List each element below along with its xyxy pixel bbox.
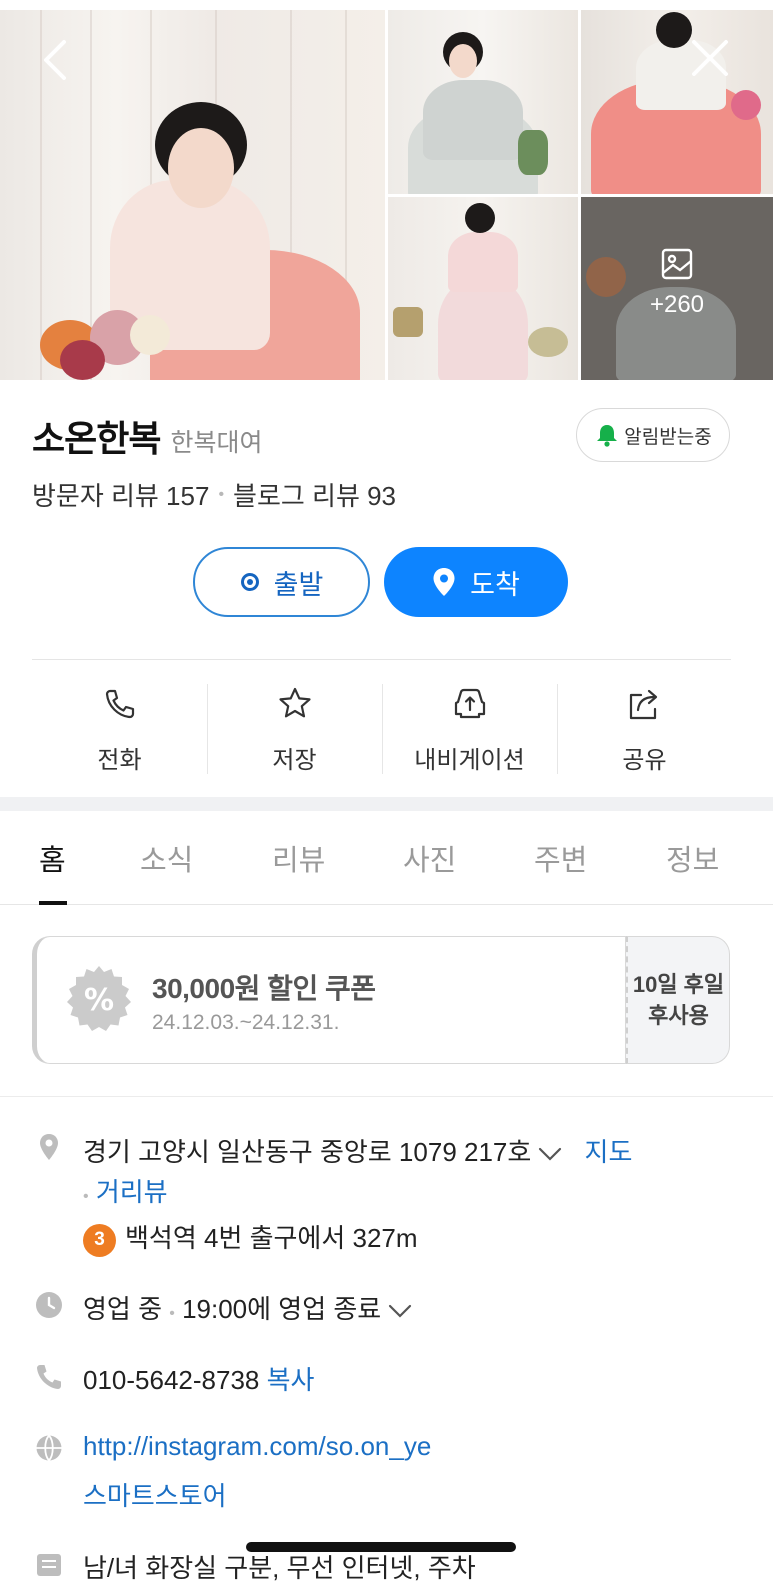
- coupon-period: 24.12.03.~24.12.31.: [152, 1011, 340, 1034]
- origin-dot-icon: [240, 573, 259, 591]
- coupon-badge-symbol: %: [84, 983, 114, 1018]
- more-photos-count: +260: [649, 291, 705, 318]
- coupon-side-text-2: 후사용: [648, 1003, 709, 1028]
- tab-reviews[interactable]: 리뷰: [272, 837, 325, 879]
- tab-nearby[interactable]: 주변: [534, 837, 587, 879]
- tab-news[interactable]: 소식: [140, 837, 193, 879]
- clock-icon: [36, 1292, 62, 1318]
- place-name: 소온한복: [32, 418, 161, 459]
- gallery-photo[interactable]: [388, 197, 578, 380]
- car-navigation-icon: [454, 688, 485, 719]
- location-pin-icon: [433, 568, 455, 596]
- subway-row: 3 백석역 4번 출구에서 327m: [83, 1218, 418, 1257]
- gallery-photo[interactable]: [388, 10, 578, 194]
- subway-distance: 백석역 4번 출구에서 327m: [125, 1223, 418, 1253]
- amenities-icon: [37, 1554, 61, 1576]
- hours-row[interactable]: 영업 중 • 19:00에 영업 종료: [83, 1289, 413, 1326]
- close-button[interactable]: [690, 38, 730, 78]
- phone-icon: [37, 1365, 61, 1389]
- coupon-card[interactable]: % 30,000원 할인 쿠폰 24.12.03.~24.12.31. 10일 …: [32, 936, 730, 1064]
- place-category: 한복대여: [170, 429, 263, 457]
- gallery-more-photos[interactable]: +260: [581, 197, 773, 380]
- gallery-photo[interactable]: [581, 10, 773, 194]
- share-button[interactable]: 공유: [557, 684, 732, 776]
- address-text[interactable]: 경기 고양시 일산동구 중앙로 1079 217호: [83, 1137, 531, 1167]
- website-link[interactable]: http://instagram.com/so.on_ye: [83, 1431, 431, 1462]
- close-icon: [692, 40, 728, 76]
- navigation-button[interactable]: 내비게이션: [382, 684, 557, 776]
- back-button[interactable]: [38, 36, 74, 84]
- call-button[interactable]: 전화: [32, 684, 207, 776]
- review-summary: 방문자 리뷰 157 • 블로그 리뷰 93: [32, 476, 396, 513]
- separator-dot: •: [169, 1305, 175, 1322]
- address-row: 경기 고양시 일산동구 중앙로 1079 217호 지도: [83, 1132, 632, 1169]
- coupon-body[interactable]: % 30,000원 할인 쿠폰 24.12.03.~24.12.31.: [32, 936, 626, 1064]
- hours-status: 영업 중: [83, 1294, 162, 1324]
- star-icon: [278, 687, 311, 718]
- tab-info[interactable]: 정보: [666, 837, 719, 879]
- action-bar: 전화 저장 내비게이션 공유: [32, 684, 732, 776]
- place-title-row: 소온한복 한복대여: [32, 410, 263, 462]
- section-separator: [0, 797, 773, 811]
- blog-reviews-link[interactable]: 블로그 리뷰 93: [233, 476, 396, 513]
- share-icon: [629, 689, 657, 720]
- photo-gallery[interactable]: +260: [0, 10, 773, 380]
- bell-icon: [597, 425, 618, 447]
- hours-detail: 19:00에 영업 종료: [182, 1294, 382, 1324]
- navigation-label: 내비게이션: [414, 747, 525, 774]
- divider: [32, 659, 731, 660]
- amenities-text: 남/녀 화장실 구분, 무선 인터넷, 주차: [83, 1553, 476, 1583]
- tab-home[interactable]: 홈: [39, 837, 66, 879]
- route-end-button[interactable]: 도착: [384, 547, 568, 617]
- phone-row: 010-5642-8738 복사: [83, 1360, 314, 1397]
- route-end-label: 도착: [470, 569, 520, 600]
- tab-bar: 홈 소식 리뷰 사진 주변 정보: [0, 811, 773, 905]
- home-indicator[interactable]: [246, 1542, 516, 1552]
- chevron-left-icon: [44, 40, 66, 80]
- smartstore-link[interactable]: 스마트스토어: [83, 1476, 227, 1513]
- subway-line-badge: 3: [83, 1223, 116, 1257]
- map-link[interactable]: 지도: [585, 1137, 633, 1167]
- copy-phone-link[interactable]: 복사: [267, 1365, 315, 1395]
- tab-photos[interactable]: 사진: [403, 837, 456, 879]
- separator-dot: •: [218, 485, 225, 503]
- visitor-reviews-link[interactable]: 방문자 리뷰 157: [32, 476, 209, 513]
- coupon-side-text-1: 10일 후일: [632, 972, 725, 997]
- save-label: 저장: [272, 747, 317, 774]
- globe-icon: [36, 1434, 62, 1462]
- street-view-row: • 거리뷰: [83, 1172, 168, 1209]
- notification-toggle-button[interactable]: 알림받는중: [576, 408, 730, 462]
- chevron-down-icon[interactable]: [537, 1146, 563, 1162]
- phone-number[interactable]: 010-5642-8738: [83, 1365, 259, 1395]
- route-start-label: 출발: [273, 569, 324, 600]
- coupon-title: 30,000원 할인 쿠폰: [152, 973, 376, 1004]
- divider: [0, 1096, 773, 1097]
- share-label: 공유: [622, 747, 667, 774]
- call-label: 전화: [97, 747, 142, 774]
- active-tab-indicator: [39, 901, 67, 905]
- discount-badge-icon: %: [67, 966, 131, 1031]
- separator-dot: •: [83, 1188, 89, 1205]
- route-start-button[interactable]: 출발: [193, 547, 370, 617]
- chevron-down-icon[interactable]: [387, 1303, 413, 1319]
- location-pin-icon: [40, 1134, 58, 1160]
- coupon-download-button[interactable]: 10일 후일 후사용: [626, 936, 730, 1064]
- street-view-link[interactable]: 거리뷰: [96, 1177, 168, 1207]
- notification-toggle-label: 알림받는중: [624, 426, 712, 448]
- image-icon: [661, 248, 693, 280]
- save-button[interactable]: 저장: [207, 684, 382, 776]
- phone-icon: [105, 689, 134, 719]
